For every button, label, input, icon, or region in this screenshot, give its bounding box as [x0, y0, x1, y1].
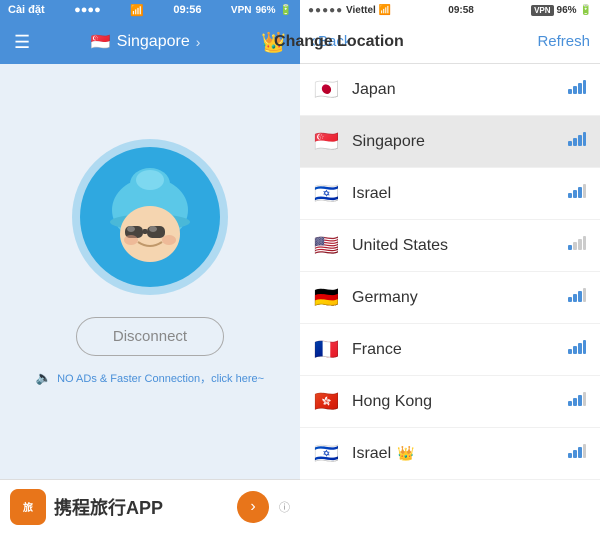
right-vpn-badge: VPN — [531, 5, 553, 16]
avatar — [80, 147, 220, 287]
left-vpn-label: VPN — [231, 5, 252, 16]
left-app-name: Cài đặt — [8, 4, 45, 16]
location-list: 🇯🇵 Japan 🇸🇬 Singapore 🇮🇱 Israel 🇺🇸 United State… — [300, 64, 600, 533]
left-status-right: VPN 96% 🔋 — [231, 5, 292, 16]
location-item[interactable]: 🇸🇬 Singapore — [300, 116, 600, 168]
location-item[interactable]: 🇫🇷 France — [300, 324, 600, 376]
ad-banner[interactable]: 旅 携程旅行APP › ⓘ — [0, 479, 300, 533]
location-item[interactable]: 🇩🇪 Germany — [300, 272, 600, 324]
signal-strength-icon — [568, 288, 586, 307]
ads-text: NO ADs & Faster Connection，click here~ — [57, 370, 264, 386]
ad-logo-text: 旅 — [23, 499, 33, 514]
location-item[interactable]: 🇮🇱 Israel — [300, 168, 600, 220]
disconnect-button[interactable]: Disconnect — [76, 317, 224, 356]
right-status-left: ●●●●● Viettel 📶 — [308, 5, 391, 16]
signal-strength-icon — [568, 80, 586, 99]
location-name: Germany — [352, 289, 568, 307]
right-signal-dots: ●●●●● — [308, 5, 343, 16]
ad-info-icon: ⓘ — [279, 499, 290, 515]
signal-strength-icon — [568, 444, 586, 463]
right-time: 09:58 — [448, 5, 474, 16]
ad-banner-text: 携程旅行APP — [54, 494, 229, 520]
signal-strength-icon — [568, 236, 586, 255]
location-name: United States — [352, 237, 568, 255]
flag-icon: 🇩🇪 — [314, 288, 342, 308]
left-panel: Cài đặt ●●●● 📶 09:56 VPN 96% 🔋 ☰ 🇸🇬 Sing… — [0, 0, 300, 533]
flag-icon: 🇮🇱 — [314, 184, 342, 204]
flag-icon: 🇮🇱 — [314, 444, 342, 464]
left-signal-dots: ●●●● — [74, 4, 101, 16]
location-selector[interactable]: 🇸🇬 Singapore › — [91, 32, 201, 52]
location-name: Israel — [352, 185, 568, 203]
singapore-flag: 🇸🇬 — [91, 32, 111, 52]
refresh-button[interactable]: Refresh — [537, 33, 590, 50]
right-panel-title: Change Location — [274, 33, 404, 51]
left-wifi-icon: 📶 — [130, 4, 144, 17]
right-header: ‹ Back Change Location Refresh — [300, 20, 600, 64]
left-time: 09:56 — [173, 4, 201, 16]
right-carrier: Viettel — [346, 5, 376, 16]
hamburger-icon[interactable]: ☰ — [14, 33, 30, 51]
right-status-bar: ●●●●● Viettel 📶 09:58 VPN 96% 🔋 — [300, 0, 600, 20]
location-item[interactable]: 🇮🇱 Israel👑 — [300, 428, 600, 480]
signal-strength-icon — [568, 340, 586, 359]
signal-strength-icon — [568, 392, 586, 411]
left-battery: 96% — [255, 5, 275, 16]
location-name: France — [352, 341, 568, 359]
left-main: Disconnect 🔈 NO ADs & Faster Connection，… — [0, 64, 300, 479]
location-name: Hong Kong — [352, 393, 568, 411]
ads-bar[interactable]: 🔈 NO ADs & Faster Connection，click here~ — [36, 370, 264, 386]
location-item[interactable]: 🇯🇵 Japan — [300, 64, 600, 116]
signal-strength-icon — [568, 132, 586, 151]
location-name: Japan — [352, 81, 568, 99]
ad-logo: 旅 — [10, 489, 46, 525]
flag-icon: 🇺🇸 — [314, 236, 342, 256]
location-name: Singapore — [352, 133, 568, 151]
left-header: ☰ 🇸🇬 Singapore › 👑 — [0, 20, 300, 64]
character-illustration — [95, 162, 205, 272]
flag-icon: 🇫🇷 — [314, 340, 342, 360]
location-item[interactable]: 🇺🇸 United States — [300, 220, 600, 272]
location-item[interactable]: 🇭🇰 Hong Kong — [300, 376, 600, 428]
flag-icon: 🇸🇬 — [314, 132, 342, 152]
right-battery-pct: 96% — [557, 5, 577, 16]
flag-icon: 🇭🇰 — [314, 392, 342, 412]
location-name: Israel👑 — [352, 445, 568, 463]
crown-badge-icon: 👑 — [397, 445, 414, 462]
left-status-bar: Cài đặt ●●●● 📶 09:56 VPN 96% 🔋 — [0, 0, 300, 20]
selected-location-label: Singapore — [117, 33, 190, 51]
flag-icon: 🇯🇵 — [314, 80, 342, 100]
right-status-right: VPN 96% 🔋 — [531, 5, 592, 16]
ad-arrow-button[interactable]: › — [237, 491, 269, 523]
right-panel: ●●●●● Viettel 📶 09:58 VPN 96% 🔋 ‹ Back C… — [300, 0, 600, 533]
location-chevron-icon: › — [196, 34, 201, 50]
speaker-icon: 🔈 — [36, 370, 52, 386]
signal-strength-icon — [568, 184, 586, 203]
